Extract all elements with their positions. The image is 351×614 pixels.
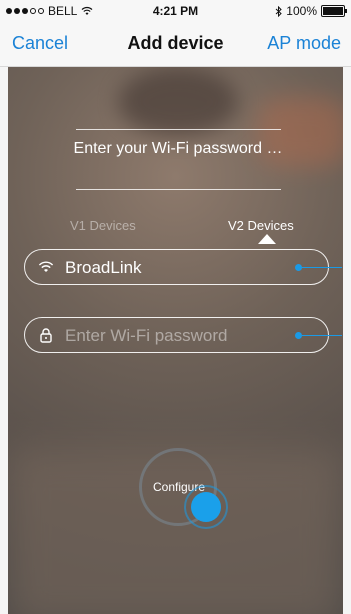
wifi-ssid-value: BroadLink <box>65 258 142 277</box>
lock-icon <box>40 328 52 343</box>
battery-percent: 100% <box>286 4 317 18</box>
wifi-password-input[interactable] <box>63 324 287 348</box>
wifi-icon <box>38 261 54 272</box>
pointer-dot <box>295 332 302 339</box>
divider <box>76 189 281 190</box>
tab-selected-indicator <box>258 234 276 244</box>
status-right: 100% <box>275 4 347 18</box>
tab-v1-devices[interactable]: V1 Devices <box>70 218 136 233</box>
status-bar: BELL 4:21 PM 100% <box>0 0 351 20</box>
configure-button[interactable] <box>139 448 234 533</box>
background-blur <box>118 67 238 137</box>
pointer-line <box>302 267 342 268</box>
divider <box>76 129 281 130</box>
ap-mode-button[interactable]: AP mode <box>267 33 341 54</box>
wifi-ssid-field[interactable]: BroadLink <box>24 249 342 285</box>
wifi-password-field[interactable] <box>24 317 342 353</box>
setup-stage: Enter your Wi-Fi password … V1 Devices V… <box>8 67 343 614</box>
bluetooth-icon <box>275 5 283 17</box>
navigation-bar: Cancel Add device AP mode <box>0 20 351 67</box>
battery-icon <box>321 5 347 17</box>
tab-v2-devices[interactable]: V2 Devices <box>228 218 294 233</box>
pointer-line <box>302 335 342 336</box>
pointer-dot <box>295 264 302 271</box>
wifi-prompt-text: Enter your Wi-Fi password … <box>73 140 283 157</box>
